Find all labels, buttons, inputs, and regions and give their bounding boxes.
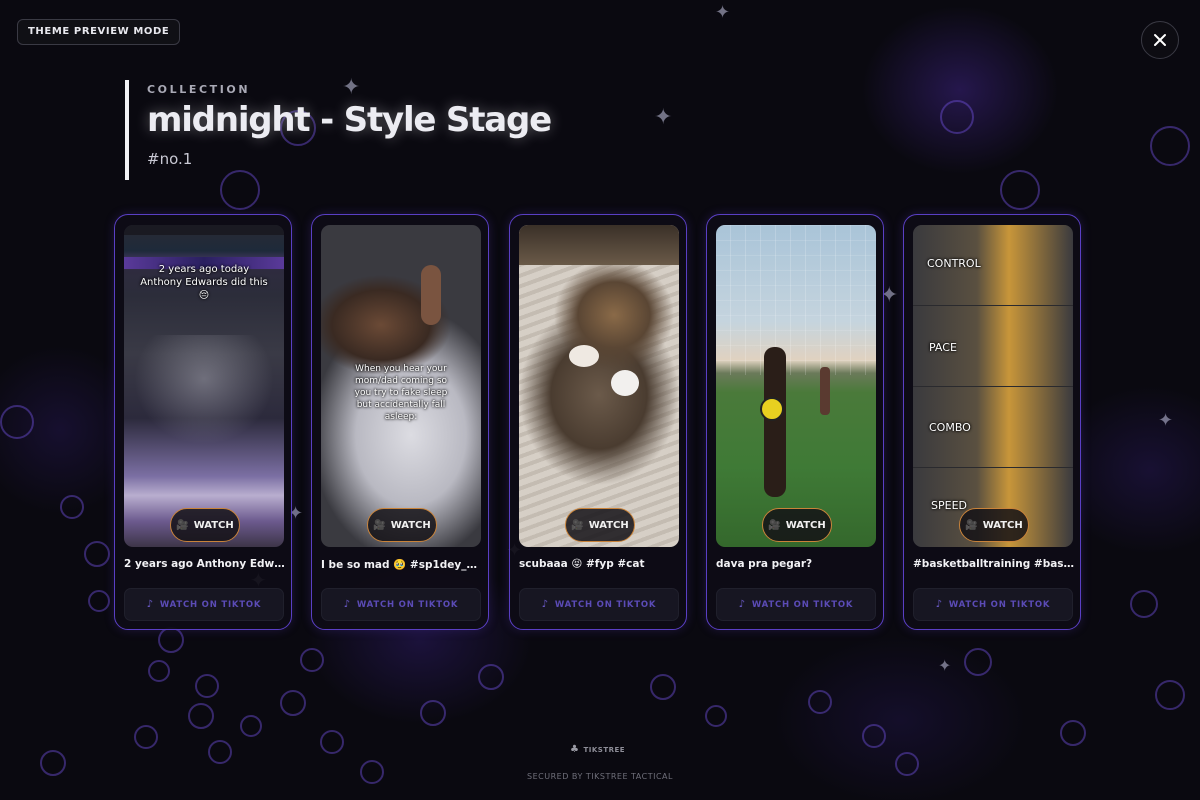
page-title: midnight - Style Stage: [147, 100, 552, 140]
watch-button[interactable]: 🎥 WATCH: [762, 508, 832, 542]
tiktok-label: WATCH ON TIKTOK: [554, 599, 657, 610]
watch-button[interactable]: 🎥 WATCH: [170, 508, 240, 542]
tiktok-icon: ♪: [146, 599, 154, 610]
video-card: 2 years ago today Anthony Edwards did th…: [114, 214, 292, 630]
close-icon: [1154, 34, 1166, 46]
watch-label: WATCH: [785, 519, 826, 531]
tiktok-icon: ♪: [541, 599, 549, 610]
card-title: 2 years ago Anthony Edwards du...: [124, 558, 286, 570]
thumbnail-label-pace: PACE: [929, 341, 957, 354]
video-card: CONTROL PACE COMBO SPEED 🎥 WATCH #basket…: [903, 214, 1081, 630]
camera-icon: 🎥: [965, 519, 978, 531]
watch-on-tiktok-button[interactable]: ♪ WATCH ON TIKTOK: [321, 588, 481, 621]
card-title: I be so mad 🥹 #sp1dey_kyc #fy...: [321, 559, 483, 571]
theme-preview-badge: THEME PREVIEW MODE: [17, 19, 181, 45]
video-thumbnail[interactable]: CONTROL PACE COMBO SPEED 🎥 WATCH: [913, 225, 1073, 547]
camera-icon: 🎥: [768, 519, 781, 531]
card-title: #basketballtraining #basketball...: [913, 558, 1075, 570]
camera-icon: 🎥: [176, 519, 189, 531]
watch-label: WATCH: [390, 519, 431, 531]
tiktok-icon: ♪: [935, 599, 943, 610]
footer-logo-text: TIKSTREE: [583, 745, 626, 754]
video-thumbnail[interactable]: 🎥 WATCH: [519, 225, 679, 547]
camera-icon: 🎥: [571, 519, 584, 531]
camera-icon: 🎥: [373, 519, 386, 531]
video-thumbnail[interactable]: 🎥 WATCH: [716, 225, 876, 547]
video-thumbnail[interactable]: 2 years ago today Anthony Edwards did th…: [124, 225, 284, 547]
watch-label: WATCH: [588, 519, 629, 531]
watch-button[interactable]: 🎥 WATCH: [565, 508, 635, 542]
tiktok-label: WATCH ON TIKTOK: [751, 599, 854, 610]
card-title: dava pra pegar?: [716, 558, 813, 570]
thumbnail-label-speed: SPEED: [931, 499, 967, 512]
thumbnail-label-control: CONTROL: [927, 257, 981, 270]
tiktok-label: WATCH ON TIKTOK: [948, 599, 1051, 610]
watch-button[interactable]: 🎥 WATCH: [959, 508, 1029, 542]
page-subtitle: #no.1: [147, 150, 193, 168]
video-thumbnail[interactable]: When you hear your mom/dad coming so you…: [321, 225, 481, 547]
collection-eyebrow: COLLECTION: [147, 83, 251, 96]
footer-secured-text: SECURED BY TIKSTREE TACTICAL: [527, 772, 673, 781]
tiktok-label: WATCH ON TIKTOK: [356, 599, 459, 610]
watch-on-tiktok-button[interactable]: ♪ WATCH ON TIKTOK: [913, 588, 1073, 621]
watch-on-tiktok-button[interactable]: ♪ WATCH ON TIKTOK: [716, 588, 876, 621]
close-button[interactable]: [1141, 21, 1179, 59]
video-card: 🎥 WATCH dava pra pegar? ♪ WATCH ON TIKTO…: [706, 214, 884, 630]
collection-header: COLLECTION midnight - Style Stage #no.1: [125, 80, 552, 180]
watch-button[interactable]: 🎥 WATCH: [367, 508, 437, 542]
video-card: When you hear your mom/dad coming so you…: [311, 214, 489, 630]
video-card: 🎥 WATCH scubaaa 😝 #fyp #cat ♪ WATCH ON T…: [509, 214, 687, 630]
tiktok-icon: ♪: [738, 599, 746, 610]
thumbnail-caption: When you hear your mom/dad coming so you…: [354, 364, 448, 422]
thumbnail-label-combo: COMBO: [929, 421, 971, 434]
tiktok-label: WATCH ON TIKTOK: [159, 599, 262, 610]
footer-logo[interactable]: ♣ TIKSTREE: [570, 744, 625, 755]
watch-label: WATCH: [193, 519, 234, 531]
watch-label: WATCH: [982, 519, 1023, 531]
tiktok-icon: ♪: [343, 599, 351, 610]
tree-icon: ♣: [570, 744, 580, 755]
card-title: scubaaa 😝 #fyp #cat: [519, 558, 645, 570]
watch-on-tiktok-button[interactable]: ♪ WATCH ON TIKTOK: [124, 588, 284, 621]
thumbnail-caption: 2 years ago today Anthony Edwards did th…: [140, 264, 268, 301]
watch-on-tiktok-button[interactable]: ♪ WATCH ON TIKTOK: [519, 588, 679, 621]
